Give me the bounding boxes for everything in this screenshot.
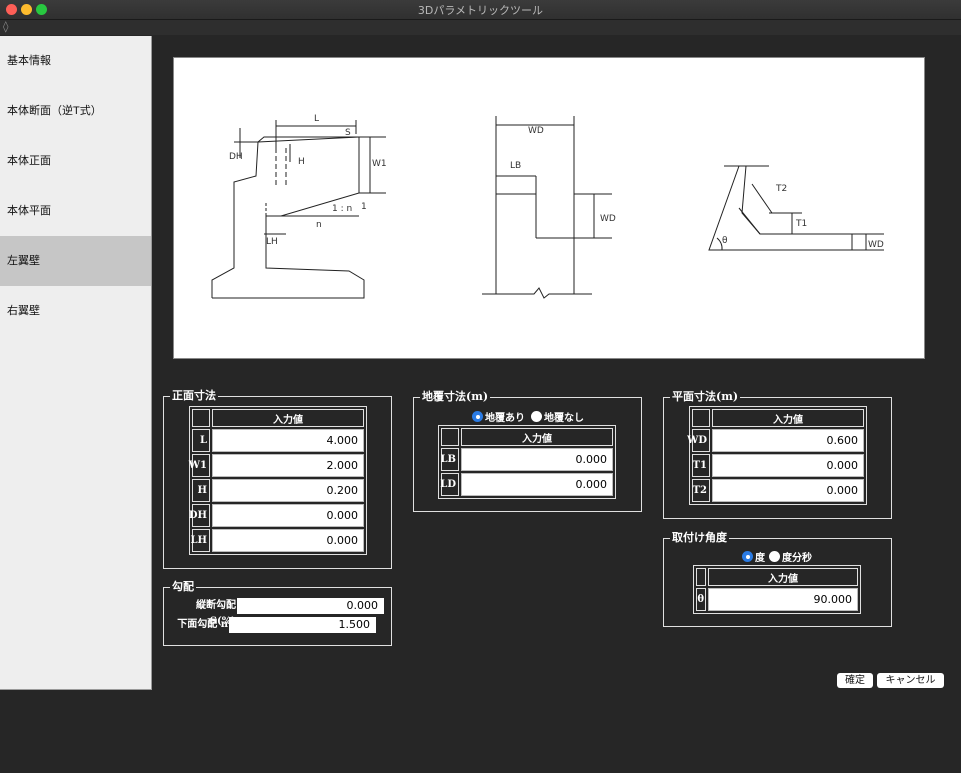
plan-dimensions-title: 平面寸法(m) <box>670 390 741 404</box>
slope-title: 勾配 <box>170 580 196 594</box>
sidebar-item-left-wing-wall[interactable]: 左翼壁 <box>0 236 151 286</box>
table-row: H 0.200 <box>191 478 365 503</box>
cover-lb-input[interactable]: 0.000 <box>461 448 613 471</box>
cover-radio-group: 地覆あり 地覆なし <box>472 409 584 424</box>
front-label-dh: DH <box>189 504 210 527</box>
front-h-input[interactable]: 0.200 <box>212 479 364 502</box>
diagram-label-lb: LB <box>510 161 521 171</box>
front-label-w1: W1 <box>189 454 210 477</box>
bottom-slope-label: 下面勾配 n <box>177 619 228 630</box>
plan-t2-input[interactable]: 0.000 <box>712 479 864 502</box>
longitudinal-slope-input[interactable]: 0.000 <box>237 598 384 614</box>
diagram-label-l: L <box>314 114 319 124</box>
plan-label-t2: T2 <box>692 479 710 502</box>
front-dimensions-group: 正面寸法 入力値 L 4.000 W1 2.000 H 0.200 DH 0.000 L… <box>163 389 392 569</box>
front-l-input[interactable]: 4.000 <box>212 429 364 452</box>
plan-t1-input[interactable]: 0.000 <box>712 454 864 477</box>
degree-radio[interactable] <box>742 551 753 562</box>
front-label-l: L <box>192 429 210 452</box>
dms-label: 度分秒 <box>782 553 812 564</box>
cover-no-radio[interactable] <box>531 411 542 422</box>
front-dh-input[interactable]: 0.000 <box>212 504 364 527</box>
cover-dimensions-table: 入力値 LB 0.000 LD 0.000 <box>438 425 616 499</box>
diamond-icon[interactable]: ◊ <box>3 20 8 33</box>
cover-yes-radio[interactable] <box>472 411 483 422</box>
cover-ld-input[interactable]: 0.000 <box>461 473 613 496</box>
diagram-label-one: 1 <box>361 202 367 212</box>
angle-header-input-value: 入力値 <box>708 568 858 586</box>
diagram-label-wd-plan: WD <box>868 240 884 250</box>
table-row: θ 90.000 <box>695 587 859 612</box>
front-dimensions-title: 正面寸法 <box>170 389 218 403</box>
plan-header-input-value: 入力値 <box>712 409 864 427</box>
toolbar: ◊ <box>0 20 961 35</box>
diagram-label-h: H <box>298 157 305 167</box>
table-header-row: 入力値 <box>691 408 865 428</box>
window-title: 3Dパラメトリックツール <box>417 4 544 17</box>
angle-theta-input[interactable]: 90.000 <box>708 588 858 611</box>
table-header-row: 入力値 <box>440 427 614 447</box>
table-row: WD 0.600 <box>687 428 865 453</box>
bottom-slope-input[interactable]: 1.500 <box>229 617 376 633</box>
sidebar-item-body-plan[interactable]: 本体平面 <box>0 186 151 236</box>
sidebar-item-basic-info[interactable]: 基本情報 <box>0 36 151 86</box>
diagram-label-t2: T2 <box>775 184 787 194</box>
front-w1-input[interactable]: 2.000 <box>212 454 364 477</box>
slope-group: 勾配 縦断勾配 S(%) 0.000 下面勾配 n 1.500 <box>163 580 392 646</box>
diagram-label-s: S <box>345 128 351 138</box>
mounting-angle-title: 取付け角度 <box>670 531 729 545</box>
sidebar-item-body-section[interactable]: 本体断面（逆T式） <box>0 86 151 136</box>
cover-dimensions-title: 地覆寸法(m) <box>420 390 491 404</box>
plan-label-t1: T1 <box>692 454 710 477</box>
sidebar: 基本情報 本体断面（逆T式） 本体正面 本体平面 左翼壁 右翼壁 <box>0 36 152 690</box>
angle-unit-radio-group: 度 度分秒 <box>742 549 812 564</box>
angle-table: 入力値 θ 90.000 <box>693 565 861 614</box>
front-dimensions-table: 入力値 L 4.000 W1 2.000 H 0.200 DH 0.000 LH 0.00… <box>189 406 367 555</box>
table-row: T1 0.000 <box>691 453 865 478</box>
front-header-input-value: 入力値 <box>212 409 364 427</box>
diagram-label-w1: W1 <box>372 159 387 169</box>
cover-no-label: 地覆なし <box>544 413 584 424</box>
cover-dimensions-group: 地覆寸法(m) 地覆あり 地覆なし 入力値 LB 0.000 LD 0.000 <box>413 390 642 512</box>
diagram-drawing: L S DH H W1 1 : n 1 n LH WD LB WD T2 T1 … <box>211 114 884 299</box>
diagram-label-dh: DH <box>229 152 243 162</box>
diagram-label-theta: θ <box>722 236 728 246</box>
diagram-label-ratio: 1 : n <box>332 204 352 214</box>
diagram-label-n: n <box>316 220 322 230</box>
title-bar: 3Dパラメトリックツール <box>0 0 961 20</box>
confirm-button[interactable]: 確定 <box>837 673 873 688</box>
front-lh-input[interactable]: 0.000 <box>212 529 364 552</box>
plan-label-wd: WD <box>687 429 710 452</box>
table-row: T2 0.000 <box>691 478 865 503</box>
table-row: DH 0.000 <box>189 503 365 528</box>
table-row: LD 0.000 <box>440 472 614 497</box>
degree-label: 度 <box>755 553 765 564</box>
cover-label-lb: LB <box>441 448 459 471</box>
cover-label-ld: LD <box>440 473 459 496</box>
cover-yes-label: 地覆あり <box>485 413 525 424</box>
front-label-h: H <box>192 479 210 502</box>
table-row: L 4.000 <box>191 428 365 453</box>
diagram-label-t1: T1 <box>795 219 807 229</box>
table-header-row: 入力値 <box>191 408 365 428</box>
table-header-row: 入力値 <box>695 567 859 587</box>
table-row: W1 2.000 <box>189 453 365 478</box>
dms-radio[interactable] <box>769 551 780 562</box>
diagram-label-wd-side: WD <box>600 214 616 224</box>
plan-dimensions-table: 入力値 WD 0.600 T1 0.000 T2 0.000 <box>687 406 867 505</box>
cancel-button[interactable]: キャンセル <box>877 673 944 688</box>
table-row: LH 0.000 <box>191 528 365 553</box>
mounting-angle-group: 取付け角度 度 度分秒 入力値 θ 90.000 <box>663 531 892 627</box>
diagram-label-wd-top: WD <box>528 126 544 136</box>
front-label-lh: LH <box>191 529 210 552</box>
table-row: LB 0.000 <box>440 447 614 472</box>
cover-header-input-value: 入力値 <box>461 428 613 446</box>
diagram-label-lh: LH <box>266 237 278 247</box>
sidebar-item-right-wing-wall[interactable]: 右翼壁 <box>0 286 151 336</box>
sidebar-item-body-front[interactable]: 本体正面 <box>0 136 151 186</box>
angle-label-theta: θ <box>696 588 706 611</box>
plan-dimensions-group: 平面寸法(m) 入力値 WD 0.600 T1 0.000 T2 0.000 <box>663 390 892 519</box>
plan-wd-input[interactable]: 0.600 <box>712 429 864 452</box>
dimension-diagram: L S DH H W1 1 : n 1 n LH WD LB WD T2 T1 … <box>173 57 925 359</box>
